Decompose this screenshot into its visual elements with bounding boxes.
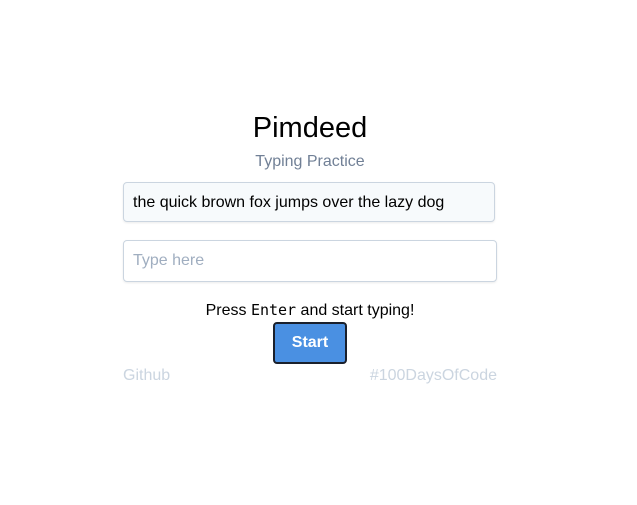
- app-title: Pimdeed: [252, 112, 368, 144]
- hint-prefix: Press: [205, 302, 251, 319]
- enter-key-label: Enter: [250, 301, 297, 319]
- start-hint: Press Enter and start typing!: [0, 300, 620, 321]
- hint-suffix: and start typing!: [296, 302, 415, 319]
- typing-input[interactable]: [123, 240, 497, 282]
- app-subtitle: Typing Practice: [255, 153, 365, 170]
- hashtag-link[interactable]: #100DaysOfCode: [370, 366, 497, 386]
- sample-text-display: the quick brown fox jumps over the lazy …: [123, 182, 495, 222]
- github-link[interactable]: Github: [123, 366, 170, 386]
- start-button[interactable]: Start: [273, 322, 347, 364]
- typing-app: Pimdeed Typing Practice the quick brown …: [0, 0, 637, 505]
